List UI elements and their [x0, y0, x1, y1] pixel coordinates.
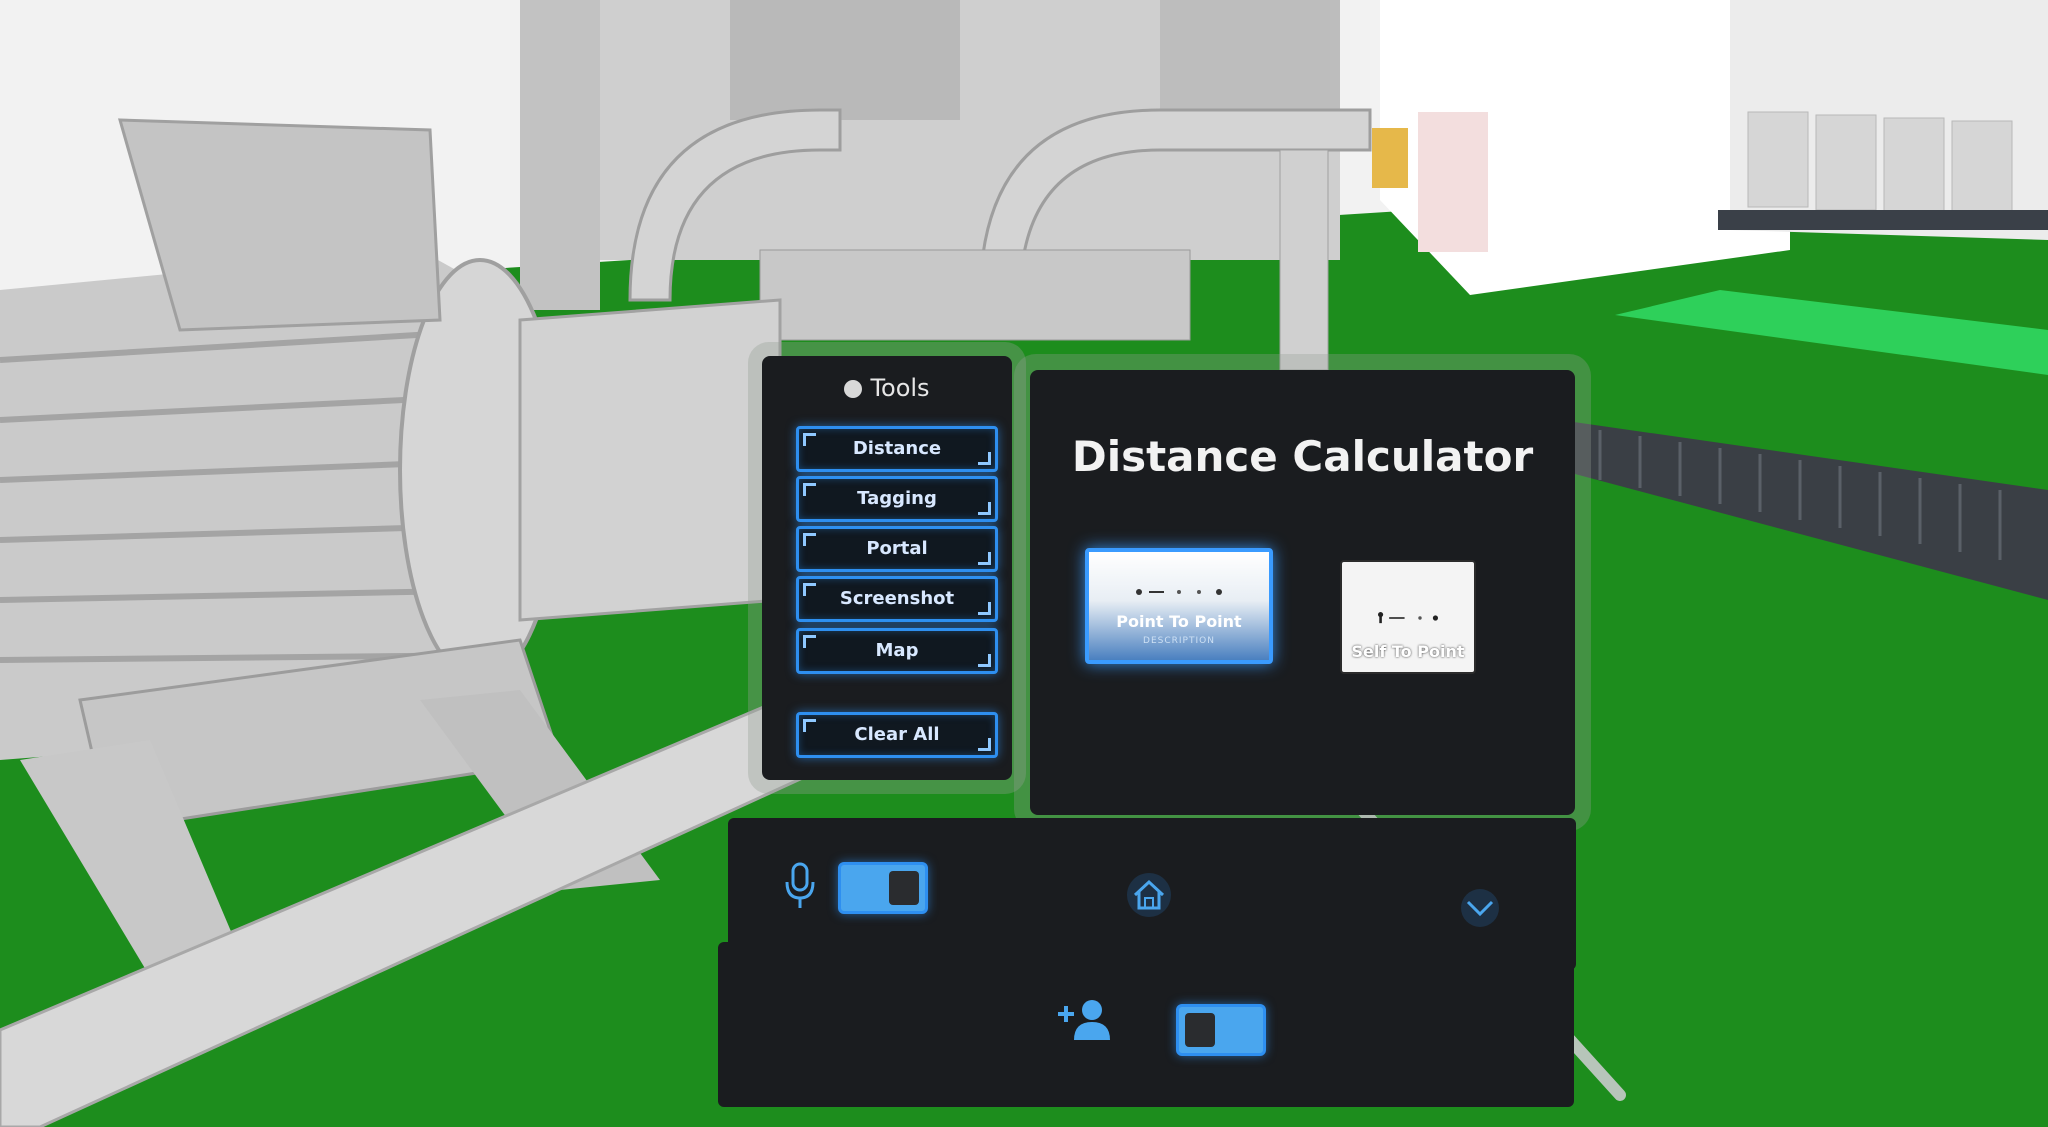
tools-title: Tools [762, 374, 1012, 402]
point-to-point-description: DESCRIPTION [1143, 636, 1215, 646]
chevron-down-icon[interactable] [1458, 888, 1502, 932]
screenshot-button[interactable]: Screenshot [796, 576, 998, 622]
microphone-icon [783, 862, 817, 914]
microphone-toggle[interactable] [838, 862, 928, 914]
point-to-point-icon [1136, 589, 1222, 595]
self-to-point-label: Self To Point [1351, 642, 1465, 661]
wrist-menu-lower-bar [718, 942, 1574, 1107]
home-icon[interactable] [1126, 872, 1172, 922]
map-button[interactable]: Map [796, 628, 998, 674]
self-to-point-card[interactable]: Self To Point [1340, 560, 1476, 674]
distance-calculator-button[interactable]: Distance Calculator [796, 426, 998, 499]
point-to-point-card[interactable]: Point To Point DESCRIPTION [1085, 548, 1273, 664]
portal-button[interactable]: Portal [796, 526, 998, 572]
distance-calculator-panel: Distance Calculator Point To Point DESCR… [1030, 370, 1575, 815]
tagging-button[interactable]: Tagging [796, 476, 998, 522]
add-user-icon[interactable] [1054, 998, 1114, 1046]
tools-dot-icon [844, 380, 863, 398]
tools-title-label: Tools [870, 374, 930, 402]
self-to-point-icon [1378, 612, 1438, 624]
secondary-toggle[interactable] [1176, 1004, 1266, 1056]
clear-all-button[interactable]: Clear All [796, 712, 998, 758]
secondary-toggle-knob [1185, 1013, 1215, 1047]
point-to-point-label: Point To Point [1116, 612, 1242, 631]
panel-title: Distance Calculator [1071, 432, 1534, 481]
microphone-toggle-knob [889, 871, 919, 905]
tools-panel: Tools Distance Calculator Tagging Portal… [762, 356, 1012, 780]
